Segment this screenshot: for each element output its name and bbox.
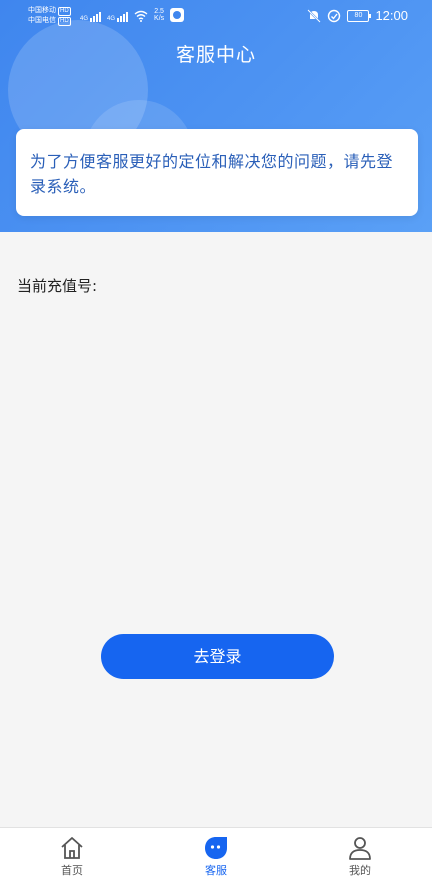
notice-text: 为了方便客服更好的定位和解决您的问题，请先登录系统。 (30, 152, 394, 196)
tab-mine[interactable]: 我的 (288, 828, 432, 876)
signal-icon: 4G (80, 12, 102, 22)
carrier-2: 中国电信 (28, 17, 56, 24)
network-speed: 2.5 K/s (154, 8, 165, 22)
tab-home-label: 首页 (61, 864, 83, 876)
login-button[interactable]: 去登录 (101, 634, 334, 679)
user-icon (349, 837, 371, 860)
hd-badge: HD (58, 7, 71, 16)
mute-icon (307, 8, 322, 23)
wifi-icon (134, 10, 148, 22)
tab-mine-label: 我的 (349, 864, 371, 876)
tab-customer-service-label: 客服 (205, 864, 227, 876)
status-bar: 中国移动 HD 中国电信 HD 4G 4G 2.5 K/s 80 12:00 (0, 0, 432, 32)
battery-icon: 80 (347, 9, 372, 22)
carrier-info: 中国移动 HD 中国电信 HD (28, 6, 71, 26)
tab-home[interactable]: 首页 (0, 828, 144, 876)
customer-service-page: 中国移动 HD 中国电信 HD 4G 4G 2.5 K/s 80 12:00 客… (0, 0, 432, 876)
home-icon (61, 837, 83, 859)
login-notice-card: 为了方便客服更好的定位和解决您的问题，请先登录系统。 (16, 129, 418, 216)
carrier-1: 中国移动 (28, 7, 56, 14)
data-saver-icon (328, 9, 341, 22)
clock: 12:00 (375, 8, 408, 23)
customer-service-icon (205, 837, 227, 859)
tab-customer-service[interactable]: 客服 (144, 828, 288, 876)
hd-badge: HD (58, 17, 71, 26)
current-account-label: 当前充值号: (17, 277, 98, 295)
status-right: 80 12:00 (307, 8, 408, 23)
bottom-tab-bar: 首页 客服 我的 (0, 827, 432, 876)
signal-group: 4G 4G 2.5 K/s (80, 8, 185, 22)
app-icon (170, 8, 185, 22)
page-title: 客服中心 (175, 44, 256, 66)
signal-icon: 4G (107, 12, 129, 22)
